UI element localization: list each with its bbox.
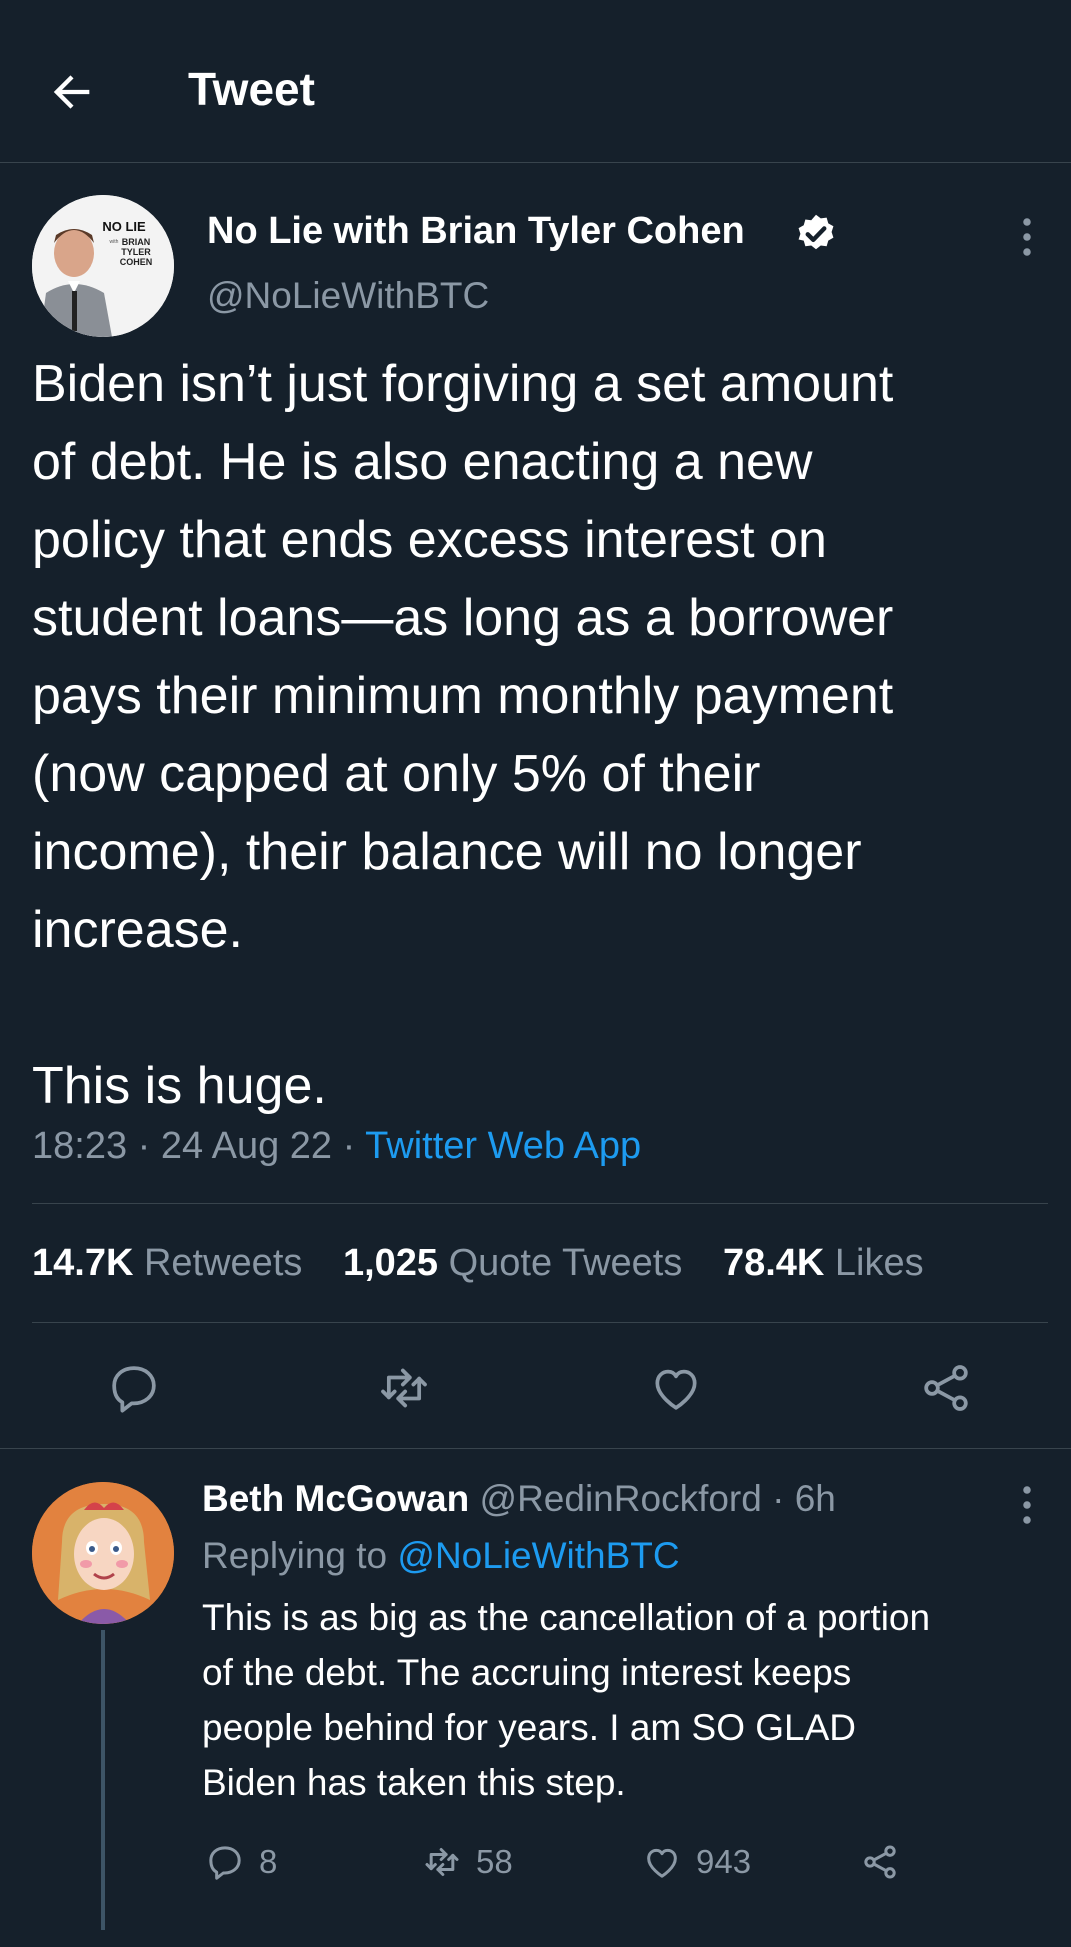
tweet-source-link[interactable]: Twitter Web App — [365, 1125, 641, 1167]
reply-button[interactable] — [106, 1360, 162, 1416]
reply-more-options-icon[interactable] — [1012, 1480, 1042, 1530]
retweets-count[interactable]: 14.7K — [32, 1242, 133, 1284]
likes-label[interactable]: Likes — [835, 1242, 924, 1284]
reply-likes-count: 943 — [696, 1843, 752, 1880]
separator: · — [342, 1125, 366, 1167]
tweet-meta: 18:23 · 24 Aug 22 · Twitter Web App — [32, 1125, 641, 1168]
share-button[interactable] — [918, 1360, 974, 1416]
reply-icon — [112, 1366, 156, 1413]
separator: · — [137, 1125, 161, 1167]
author-avatar[interactable]: NO LIE with BRIAN TYLER COHEN — [32, 195, 174, 337]
reply-share-button[interactable] — [860, 1840, 914, 1884]
replying-to-handle[interactable]: @NoLieWithBTC — [397, 1535, 679, 1576]
logo-text: NO LIE — [102, 219, 146, 234]
quote-tweets-count[interactable]: 1,025 — [343, 1242, 438, 1284]
more-options-icon[interactable] — [1012, 212, 1042, 262]
retweet-icon — [381, 1368, 427, 1408]
likes-count[interactable]: 78.4K — [723, 1242, 824, 1284]
heart-icon — [647, 1848, 677, 1878]
author-handle[interactable]: @NoLieWithBTC — [207, 275, 489, 317]
top-bar: Tweet — [0, 0, 1071, 163]
tweet-date: 24 Aug 22 — [160, 1125, 333, 1167]
reply-replies-count: 8 — [259, 1843, 278, 1880]
replying-to: Replying to @NoLieWithBTC — [202, 1535, 680, 1577]
logo-text: TYLER — [121, 247, 151, 257]
retweet-icon — [425, 1848, 459, 1876]
divider — [32, 1203, 1048, 1204]
reply-text: This is as big as the cancellation of a … — [202, 1597, 931, 1803]
reply-time: 6h — [794, 1478, 836, 1519]
reply-author-handle[interactable]: @RedinRockford — [480, 1478, 762, 1519]
thread-line — [101, 1630, 105, 1930]
divider — [32, 1322, 1048, 1323]
reply-icon — [209, 1846, 241, 1880]
back-arrow-icon[interactable] — [46, 66, 98, 118]
quote-tweets-label[interactable]: Quote Tweets — [449, 1242, 683, 1284]
tweet-time: 18:23 — [32, 1125, 128, 1167]
reply-retweets-count: 58 — [476, 1843, 513, 1880]
divider — [0, 1448, 1071, 1449]
logo-text: BRIAN — [122, 237, 151, 247]
reply-avatar-image — [32, 1482, 174, 1624]
heart-icon — [655, 1369, 697, 1410]
separator: · — [772, 1478, 795, 1519]
page-title: Tweet — [188, 63, 315, 115]
reply-header: Beth McGowan @RedinRockford · 6h — [202, 1478, 836, 1520]
like-button[interactable] — [648, 1360, 704, 1416]
reply-like-button[interactable]: 943 — [642, 1840, 751, 1884]
reply-retweet-button[interactable]: 58 — [422, 1840, 513, 1884]
share-icon — [924, 1365, 968, 1411]
share-icon — [864, 1845, 896, 1879]
reply-author-name[interactable]: Beth McGowan — [202, 1478, 469, 1519]
author-avatar-image: NO LIE with BRIAN TYLER COHEN — [32, 195, 174, 337]
tweet-text: Biden isn’t just forgiving a set amount … — [32, 355, 894, 1115]
tweet-stats: 14.7K Retweets 1,025 Quote Tweets 78.4K … — [32, 1242, 954, 1285]
logo-text: with — [110, 239, 119, 245]
author-name[interactable]: No Lie with Brian Tyler Cohen — [207, 210, 745, 253]
logo-text: COHEN — [120, 257, 153, 267]
replying-label: Replying to — [202, 1535, 388, 1576]
reply-reply-button[interactable]: 8 — [205, 1840, 277, 1884]
retweet-button[interactable] — [376, 1360, 432, 1416]
verified-badge-icon — [798, 214, 834, 250]
reply-author-avatar[interactable] — [32, 1482, 174, 1624]
retweets-label[interactable]: Retweets — [144, 1242, 302, 1284]
